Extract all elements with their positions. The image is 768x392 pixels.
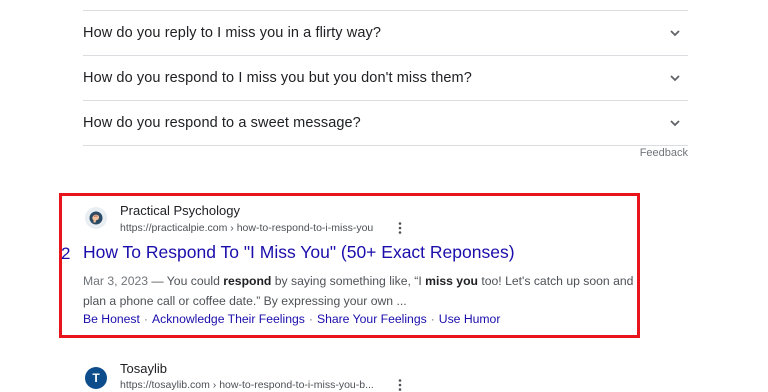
result-snippet: Mar 3, 2023 — You could respond by sayin… (83, 271, 635, 311)
site-favicon[interactable]: T (85, 367, 107, 389)
more-options-icon[interactable] (397, 378, 403, 392)
result-sublinks: Be Honest · Acknowledge Their Feelings · Sha… (83, 312, 500, 326)
people-also-ask: How do you reply to I miss you in a flir… (83, 10, 688, 155)
paa-question-3[interactable]: How do you respond to a sweet message? (83, 100, 688, 146)
paa-question-text: How do you respond to a sweet message? (83, 114, 361, 131)
paa-question-2[interactable]: How do you respond to I miss you but you… (83, 55, 688, 101)
result-title-link[interactable]: How To Respond To "I Miss You" (50+ Exac… (83, 242, 515, 263)
chevron-down-icon (670, 29, 680, 36)
separator: · (143, 312, 148, 326)
separator: · (308, 312, 313, 326)
favicon-letter: T (92, 371, 100, 385)
result-url[interactable]: https://tosaylib.com › how-to-respond-to… (120, 379, 374, 391)
paa-question-text: How do you respond to I miss you but you… (83, 69, 472, 86)
chevron-down-icon (670, 74, 680, 81)
paa-question-1[interactable]: How do you reply to I miss you in a flir… (83, 10, 688, 56)
result-url[interactable]: https://practicalpie.com › how-to-respon… (120, 222, 373, 234)
snippet-text: — You could (148, 274, 224, 288)
sublink-use-humor[interactable]: Use Humor (439, 312, 501, 326)
site-favicon[interactable] (85, 207, 107, 229)
snippet-highlight: respond (223, 274, 272, 288)
site-name[interactable]: Practical Psychology (120, 203, 240, 218)
paa-question-text: How do you reply to I miss you in a flir… (83, 24, 382, 41)
result-index-label: 2 (61, 244, 71, 263)
snippet-highlight: miss you (425, 274, 478, 288)
sublink-be-honest[interactable]: Be Honest (83, 312, 140, 326)
snippet-text: by saying something like, “I (271, 274, 426, 288)
chevron-down-icon (670, 119, 680, 126)
sublink-acknowledge-feelings[interactable]: Acknowledge Their Feelings (152, 312, 305, 326)
separator: · (430, 312, 435, 326)
more-options-icon[interactable] (397, 221, 403, 235)
site-name[interactable]: Tosaylib (120, 361, 167, 376)
result-date: Mar 3, 2023 (83, 274, 149, 288)
feedback-link[interactable]: Feedback (640, 147, 688, 159)
brain-head-icon (89, 211, 103, 225)
sublink-share-feelings[interactable]: Share Your Feelings (317, 312, 427, 326)
